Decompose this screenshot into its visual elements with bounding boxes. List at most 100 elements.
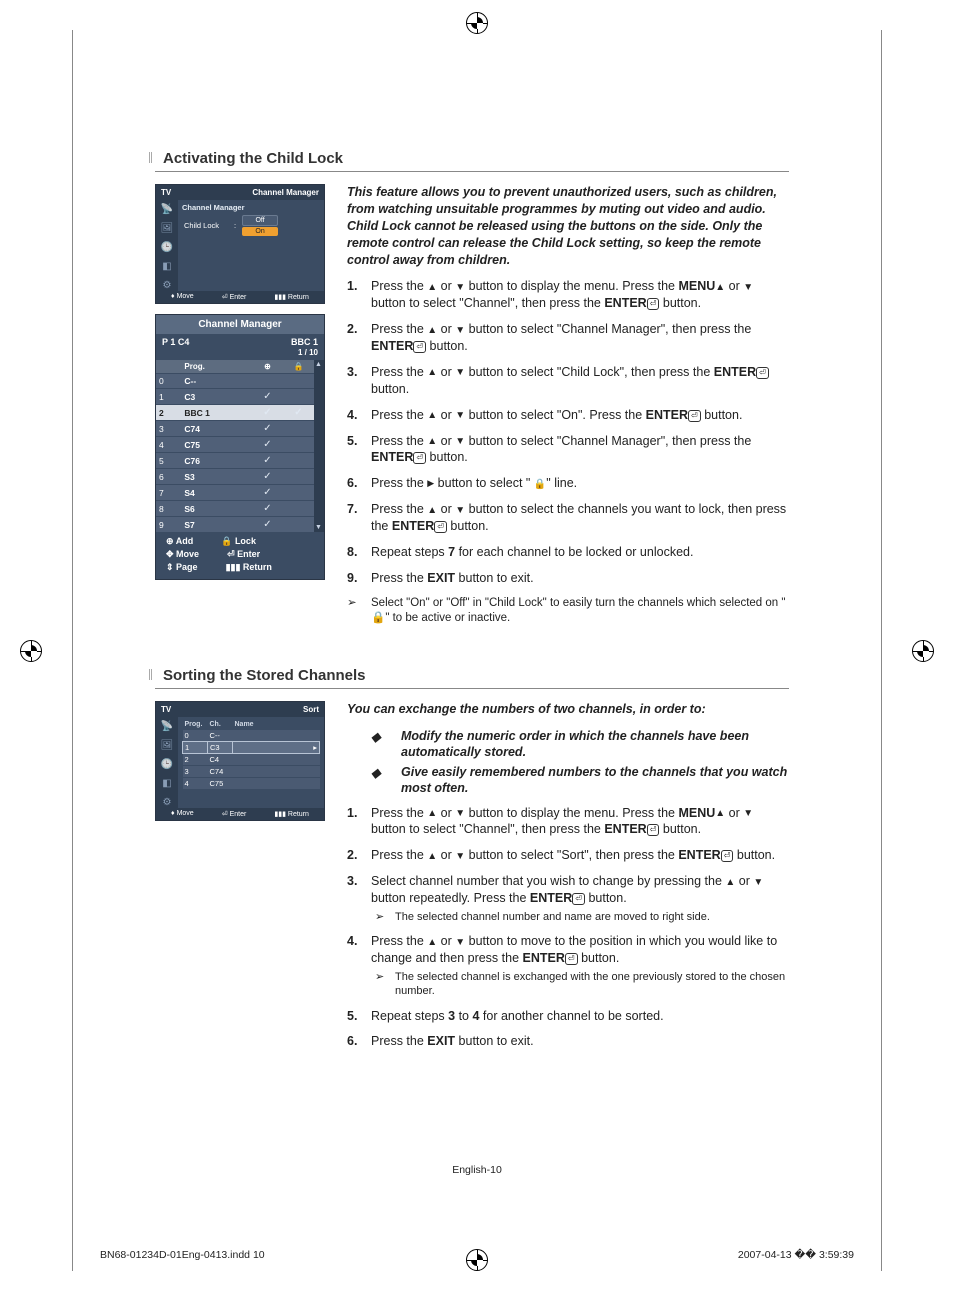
enter-icon: ⏎ (565, 953, 578, 965)
step-item: Press the ▲ or ▼ button to display the m… (347, 278, 789, 312)
scroll-down-icon: ▼ (315, 524, 322, 531)
down-icon: ▼ (455, 807, 465, 821)
section2-intro: You can exchange the numbers of two chan… (347, 701, 789, 718)
sort-name: ▸ (233, 741, 320, 753)
sort-name (233, 753, 320, 765)
channel-row: 2BBC 1✓✓ (156, 405, 314, 421)
input-icon: ◧ (162, 778, 171, 789)
osd-current-name: BBC 1 (291, 337, 318, 347)
frame-left (72, 30, 73, 1271)
heading-text: Sorting the Stored Channels (163, 667, 366, 684)
section2-steps: Press the ▲ or ▼ button to display the m… (347, 805, 789, 1051)
row-channel: C76 (181, 453, 252, 469)
row-added: ✓ (252, 517, 283, 533)
sort-ch: C74 (208, 765, 233, 777)
down-icon: ▼ (455, 504, 465, 518)
row-added: ✓ (252, 485, 283, 501)
clock-icon: 🕒 (161, 242, 173, 253)
enter-icon: ⏎ (721, 850, 734, 862)
up-icon: ▲ (427, 366, 437, 380)
sort-prog: 0 (183, 729, 208, 741)
row-added: ✓ (252, 501, 283, 517)
right-icon: ▶ (427, 477, 434, 489)
row-num: 0 (156, 374, 181, 389)
down-icon: ▼ (455, 850, 465, 864)
step-item: Press the EXIT button to exit. (347, 1033, 789, 1050)
row-locked (283, 374, 314, 389)
scroll-up-icon: ▲ (315, 361, 322, 368)
osd-side-icons: 📡 🖼 🕒 ◧ ⚙ (156, 717, 178, 808)
step-item: Press the ▲ or ▼ button to select the ch… (347, 501, 789, 535)
enter-icon: ⏎ (413, 452, 426, 464)
sort-prog: 3 (183, 765, 208, 777)
section1-note: Select "On" or "Off" in "Child Lock" to … (347, 596, 789, 627)
folio-timestamp: 2007-04-13 �� 3:59:39 (738, 1249, 854, 1261)
enter-icon: ⏎ (647, 298, 660, 310)
gear-icon: ⚙ (163, 280, 172, 291)
osd-footer-enter: ⏎ Enter (222, 293, 247, 301)
step-item: Press the EXIT button to exit. (347, 570, 789, 587)
osd-tv-label: TV (161, 188, 171, 197)
sort-name (233, 765, 320, 777)
step-item: Repeat steps 7 for each channel to be lo… (347, 544, 789, 561)
row-channel: C74 (181, 421, 252, 437)
row-num: 5 (156, 453, 181, 469)
enter-icon: ⏎ (647, 824, 660, 836)
frame-right (881, 30, 882, 1271)
step-item: Repeat steps 3 to 4 for another channel … (347, 1008, 789, 1025)
row-num: 9 (156, 517, 181, 533)
row-locked (283, 453, 314, 469)
picture-icon: 🖼 (161, 223, 174, 234)
down-icon: ▼ (753, 876, 763, 890)
col-prog: Prog. (183, 720, 208, 730)
channel-row: 0C-- (156, 374, 314, 389)
step-item: Press the ▲ or ▼ button to display the m… (347, 805, 789, 839)
row-num: 3 (156, 421, 181, 437)
enter-icon: ⏎ (413, 341, 426, 353)
up-icon: ▲ (427, 850, 437, 864)
col-prog: Prog. (181, 360, 252, 374)
step-item: Press the ▲ or ▼ button to select "Chann… (347, 321, 789, 355)
row-channel: S3 (181, 469, 252, 485)
osd-title: Channel Manager (156, 315, 324, 334)
row-added: ✓ (252, 453, 283, 469)
row-locked (283, 501, 314, 517)
col-ch: Ch. (208, 720, 233, 730)
channel-row: 4C75✓ (156, 437, 314, 453)
col-name: Name (233, 720, 320, 730)
sort-row: 2C4 (183, 753, 320, 765)
intro-bullet: Modify the numeric order in which the ch… (387, 728, 789, 761)
osd-screenshot-channel-manager-list: Channel Manager P 1 C4 BBC 1 1 / 10 Prog… (155, 314, 325, 580)
row-num: 6 (156, 469, 181, 485)
up-icon: ▲ (427, 281, 437, 295)
section1-intro: This feature allows you to prevent unaut… (347, 184, 789, 268)
up-icon: ▲ (427, 936, 437, 950)
osd-row-label: Child Lock (184, 221, 234, 230)
sort-row: 3C74 (183, 765, 320, 777)
check-icon: ✓ (263, 439, 271, 450)
osd-option-off: Off (242, 215, 278, 226)
osd-footer-enter: ⏎ Enter (222, 810, 247, 818)
channel-row: 9S7✓ (156, 517, 314, 533)
up-icon: ▲ (427, 504, 437, 518)
step-item: Press the ▲ or ▼ button to select "Sort"… (347, 847, 789, 864)
right-icon: ▸ (313, 743, 317, 752)
sort-row: 0C-- (183, 729, 320, 741)
step-item: Press the ▲ or ▼ button to move to the p… (347, 933, 789, 998)
row-channel: S7 (181, 517, 252, 533)
lock-icon: 🔒 (283, 360, 314, 374)
sort-row: 4C75 (183, 777, 320, 789)
section2-bullets: Modify the numeric order in which the ch… (387, 728, 789, 797)
osd-option-on: On (242, 227, 278, 236)
step-item: Press the ▲ or ▼ button to select "Child… (347, 364, 789, 398)
heading-text: Activating the Child Lock (163, 150, 343, 167)
osd-footer-add: ⊕ Add (166, 536, 193, 547)
up-icon: ▲ (427, 435, 437, 449)
sort-name (233, 777, 320, 789)
osd-screenshot-child-lock-menu: TV Channel Manager 📡 🖼 🕒 ◧ ⚙ Channel Man… (155, 184, 325, 304)
down-icon: ▼ (455, 281, 465, 295)
osd-footer-enter: ⏎ Enter (227, 549, 260, 560)
satellite-icon: 📡 (161, 204, 173, 215)
row-num: 2 (156, 405, 181, 421)
step-item: Press the ▲ or ▼ button to select "Chann… (347, 433, 789, 467)
